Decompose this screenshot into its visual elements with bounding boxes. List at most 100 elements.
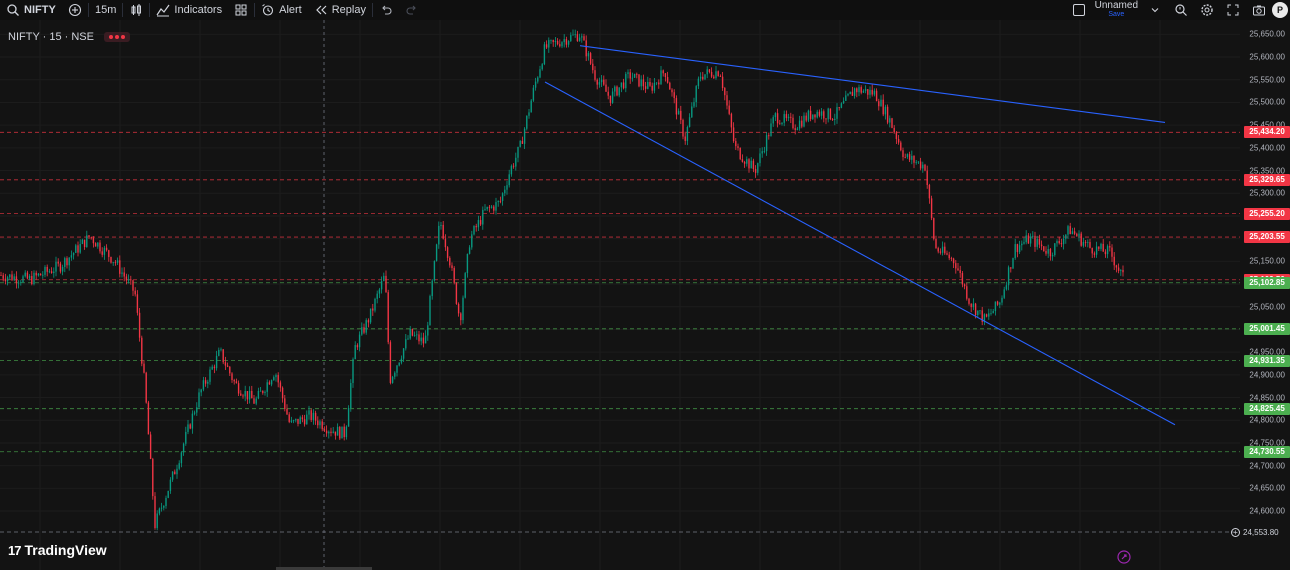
- candle-body: [427, 325, 429, 336]
- price-level-tag[interactable]: 25,203.55: [1244, 231, 1290, 244]
- candle-body: [229, 366, 231, 374]
- candle-body: [418, 334, 420, 342]
- snapshot-button[interactable]: [1246, 0, 1272, 20]
- redo-button[interactable]: [399, 0, 425, 20]
- user-avatar[interactable]: P: [1272, 2, 1288, 18]
- price-level-tag[interactable]: 24,825.45: [1244, 402, 1290, 415]
- candle-body: [1005, 285, 1008, 290]
- candle-body: [154, 496, 156, 529]
- interval-button[interactable]: 15m: [89, 0, 122, 20]
- price-level-tag[interactable]: 25,001.45: [1244, 322, 1290, 335]
- price-level-tag[interactable]: 25,329.65: [1244, 173, 1290, 186]
- chart-type-button[interactable]: [123, 0, 149, 20]
- candle-body: [222, 349, 224, 363]
- candle-body: [319, 421, 321, 426]
- candle-body: [1003, 289, 1005, 298]
- candle-body: [783, 114, 785, 123]
- price-level-tag[interactable]: 25,102.85: [1244, 276, 1290, 289]
- candle-body: [957, 268, 959, 271]
- candle-body: [622, 82, 625, 89]
- candle-body: [636, 73, 638, 75]
- candle-body: [97, 242, 99, 247]
- alert-button[interactable]: Alert: [255, 0, 308, 20]
- candle-body: [757, 163, 759, 173]
- candle-body: [180, 452, 183, 464]
- price-level-tag[interactable]: 24,931.35: [1244, 354, 1290, 367]
- replay-button[interactable]: Replay: [308, 0, 372, 20]
- tradingview-logo[interactable]: 17 TradingView: [8, 542, 107, 558]
- candle-body: [1049, 248, 1052, 257]
- candle-body: [484, 209, 486, 210]
- candle-body: [1109, 246, 1111, 248]
- candle-body: [119, 260, 121, 274]
- candle-body: [356, 345, 359, 348]
- candle-body: [583, 36, 585, 41]
- price-chart-plot[interactable]: [0, 20, 1240, 570]
- candle-body: [20, 282, 22, 283]
- candle-body: [719, 76, 722, 77]
- candle-body: [930, 198, 933, 219]
- candle-body: [840, 103, 843, 108]
- price-scale[interactable]: 25,650.00 25,600.00 25,550.00 25,500.00 25,4…: [1231, 20, 1290, 570]
- candle-body: [416, 334, 418, 336]
- symbol-search[interactable]: NIFTY: [0, 0, 62, 20]
- add-alert-plus-icon[interactable]: +: [1231, 527, 1240, 537]
- candle-body: [79, 243, 81, 253]
- candle-body: [873, 90, 876, 95]
- candle-body: [512, 165, 515, 167]
- candle-body: [2, 275, 4, 279]
- candle-body: [732, 127, 735, 142]
- candle-body: [1043, 246, 1045, 251]
- candle-body: [446, 247, 449, 258]
- price-level-tag[interactable]: 24,730.55: [1244, 445, 1290, 458]
- candle-body: [1076, 233, 1078, 237]
- candle-body: [686, 126, 689, 141]
- candle-body: [1078, 233, 1080, 237]
- candle-body: [869, 89, 871, 95]
- candles-icon: [131, 4, 142, 16]
- toolbar-right: Unnamed Save P: [1067, 0, 1290, 20]
- candle-body: [1071, 231, 1074, 235]
- candle-body: [730, 113, 733, 128]
- candle-body: [592, 63, 594, 71]
- candle-body: [138, 312, 141, 338]
- price-tick-label: 25,400.00: [1249, 143, 1285, 153]
- rocket-icon[interactable]: [1117, 550, 1131, 564]
- indicators-button[interactable]: Indicators: [150, 0, 228, 20]
- candle-body: [1102, 243, 1104, 252]
- price-tick-label: 24,900.00: [1249, 370, 1285, 380]
- candle-body: [475, 226, 477, 228]
- compare-button[interactable]: [62, 0, 88, 20]
- chart-legend[interactable]: NIFTY · 15 · NSE: [8, 31, 130, 43]
- price-level-tag[interactable]: 25,434.20: [1244, 126, 1290, 139]
- candle-body: [86, 235, 88, 248]
- layouts-button[interactable]: [228, 0, 254, 20]
- price-tick-label: 25,550.00: [1249, 75, 1285, 85]
- candle-body: [83, 239, 86, 248]
- checkbox-icon: [1072, 4, 1085, 16]
- candle-body: [345, 426, 348, 438]
- candle-body: [750, 160, 752, 169]
- candle-body: [163, 505, 165, 508]
- undo-button[interactable]: [373, 0, 399, 20]
- layout-menu-button[interactable]: [1142, 0, 1168, 20]
- candle-body: [526, 115, 528, 129]
- candle-body: [596, 79, 598, 85]
- fullscreen-button[interactable]: [1220, 0, 1246, 20]
- crosshair-price-tag[interactable]: +24,553.80: [1228, 525, 1290, 539]
- price-level-tag[interactable]: 25,255.20: [1244, 207, 1290, 220]
- candle-body: [1027, 235, 1030, 244]
- candle-body: [924, 164, 926, 171]
- candle-body: [739, 147, 741, 160]
- layout-checkbox[interactable]: [1067, 0, 1091, 20]
- layout-name: Unnamed: [1094, 0, 1138, 11]
- price-tick-label: 25,500.00: [1249, 97, 1285, 107]
- candle-body: [919, 161, 922, 169]
- candle-body: [1080, 233, 1082, 246]
- candle-body: [479, 220, 482, 225]
- settings-button[interactable]: [1194, 0, 1220, 20]
- quick-search-button[interactable]: [1168, 0, 1194, 20]
- layout-name-button[interactable]: Unnamed Save: [1091, 1, 1142, 19]
- chart-area[interactable]: NIFTY · 15 · NSE 25,650.00 25,600.00 25,55…: [0, 20, 1290, 570]
- candle-body: [440, 224, 442, 226]
